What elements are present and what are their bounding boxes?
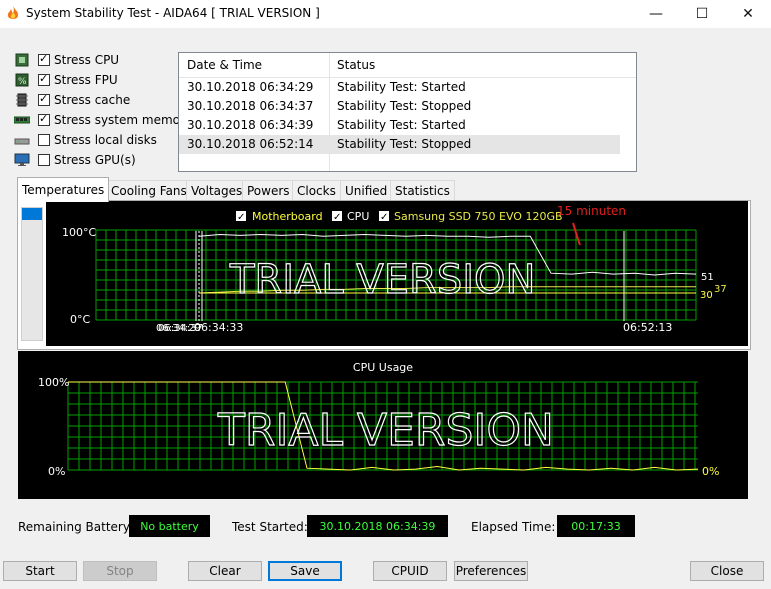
cpu-chart-title: CPU Usage	[353, 361, 413, 374]
stress-cache-checkbox[interactable]	[38, 92, 50, 106]
monitor-icon	[14, 153, 30, 166]
trial-watermark: TRIAL VERSION	[229, 257, 535, 303]
stress-gpu-checkbox[interactable]	[38, 154, 50, 166]
row-time: 30.10.2018 06:52:14	[187, 137, 314, 151]
table-row[interactable]: 30.10.2018 06:34:39 Stability Test: Star…	[179, 116, 620, 135]
clear-button[interactable]: Clear	[188, 561, 262, 581]
ssd-current-value: 37	[714, 284, 727, 295]
scrollbar-thumb[interactable]	[22, 208, 42, 220]
svg-text:✓: ✓	[380, 212, 388, 223]
battery-value: No battery	[129, 515, 210, 537]
cpu-current-value: 51	[701, 272, 714, 283]
y-axis-min-label: 0°C	[70, 313, 90, 326]
svg-text:✓: ✓	[237, 212, 245, 223]
stress-option-label: Stress local disks	[54, 133, 157, 147]
test-started-label: Test Started:	[232, 520, 308, 534]
elapsed-time-label: Elapsed Time:	[471, 520, 556, 534]
temperature-chart: ✓ Motherboard ✓ CPU ✓ Samsung SSD 750 EV…	[46, 201, 748, 346]
column-header-status[interactable]: Status	[337, 58, 375, 72]
stress-option[interactable]: Stress system memory	[14, 111, 192, 129]
stress-disks-checkbox[interactable]	[38, 134, 50, 146]
tab-voltages[interactable]: Voltages	[186, 180, 248, 201]
maximize-button[interactable]: ☐	[679, 0, 725, 28]
y-axis-min-label: 0%	[48, 465, 65, 478]
y-axis-max-label: 100%	[38, 376, 69, 389]
column-header-datetime[interactable]: Date & Time	[187, 58, 262, 72]
row-status: Stability Test: Stopped	[337, 99, 472, 113]
tab-statistics[interactable]: Statistics	[390, 180, 455, 201]
legend-label-cpu: CPU	[347, 210, 369, 223]
table-row[interactable]: 30.10.2018 06:52:14 Stability Test: Stop…	[179, 135, 620, 154]
svg-text:%: %	[18, 77, 27, 87]
row-time: 30.10.2018 06:34:39	[187, 118, 314, 132]
svg-text:✓: ✓	[333, 212, 341, 223]
minimize-button[interactable]: —	[633, 0, 679, 28]
stress-option-label: Stress system memory	[54, 113, 193, 127]
x-label-start: 06:34:33	[194, 321, 243, 334]
legend-label-motherboard: Motherboard	[252, 210, 323, 223]
annotation-text: 15 minuten	[557, 204, 626, 218]
save-button[interactable]: Save	[268, 561, 342, 581]
event-log-table[interactable]: Date & Time Status 30.10.2018 06:34:29 S…	[178, 52, 637, 172]
x-label-end: 06:52:13	[623, 321, 672, 334]
start-button[interactable]: Start	[3, 561, 77, 581]
row-status: Stability Test: Started	[337, 80, 466, 94]
legend-label-ssd: Samsung SSD 750 EVO 120GB	[394, 210, 563, 223]
stress-option-label: Stress FPU	[54, 73, 118, 87]
stress-option-label: Stress cache	[54, 93, 131, 107]
stress-option[interactable]: % Stress FPU	[14, 71, 118, 89]
chart-scrollbar[interactable]	[21, 207, 43, 341]
aida64-flame-icon	[7, 6, 19, 19]
test-started-value: 30.10.2018 06:34:39	[307, 515, 448, 537]
cpu-chip-icon	[15, 53, 29, 67]
stress-fpu-checkbox[interactable]	[38, 72, 50, 86]
tab-powers[interactable]: Powers	[242, 180, 295, 201]
tab-clocks[interactable]: Clocks	[292, 180, 341, 201]
stress-option-label: Stress GPU(s)	[54, 153, 136, 167]
stress-option-label: Stress CPU	[54, 53, 120, 67]
preferences-button[interactable]: Preferences	[454, 561, 528, 581]
stress-option[interactable]: Stress cache	[14, 91, 130, 109]
stress-option[interactable]: Stress CPU	[14, 51, 119, 69]
tab-unified[interactable]: Unified	[340, 180, 393, 201]
cpu-usage-chart: CPU Usage 100% 0% TRIAL VERSION 0%	[18, 351, 748, 499]
row-time: 30.10.2018 06:34:37	[187, 99, 314, 113]
close-window-button[interactable]: ✕	[725, 0, 771, 28]
stop-button[interactable]: Stop	[83, 561, 157, 581]
cpuid-button[interactable]: CPUID	[373, 561, 447, 581]
table-header: Date & Time Status	[179, 53, 636, 78]
row-time: 30.10.2018 06:34:29	[187, 80, 314, 94]
close-button[interactable]: Close	[690, 561, 764, 581]
tab-temperatures[interactable]: Temperatures	[17, 177, 110, 202]
table-row[interactable]: 30.10.2018 06:34:29 Stability Test: Star…	[179, 78, 620, 97]
disk-drive-icon	[14, 138, 30, 145]
row-status: Stability Test: Started	[337, 118, 466, 132]
table-row[interactable]: 30.10.2018 06:34:37 Stability Test: Stop…	[179, 97, 620, 116]
tab-cooling-fans[interactable]: Cooling Fans	[106, 180, 192, 201]
battery-label: Remaining Battery:	[18, 520, 134, 534]
stress-option[interactable]: Stress GPU(s)	[14, 151, 136, 169]
window-title: System Stability Test - AIDA64 [ TRIAL V…	[26, 6, 320, 20]
mb-current-value: 30	[700, 290, 713, 301]
cpu-current-value: 0%	[702, 465, 719, 478]
stress-option[interactable]: Stress local disks	[14, 131, 157, 149]
cache-chip-icon	[16, 93, 28, 107]
elapsed-time-value: 00:17:33	[557, 515, 635, 537]
memory-stick-icon	[14, 116, 30, 124]
y-axis-max-label: 100°C	[62, 226, 96, 239]
fpu-percent-icon: %	[15, 73, 29, 87]
stress-memory-checkbox[interactable]	[38, 112, 50, 126]
trial-watermark: TRIAL VERSION	[217, 405, 554, 456]
stress-cpu-checkbox[interactable]	[38, 52, 50, 66]
temperature-legend: ✓ Motherboard ✓ CPU ✓ Samsung SSD 750 EV…	[236, 210, 563, 223]
row-status: Stability Test: Stopped	[337, 137, 472, 151]
